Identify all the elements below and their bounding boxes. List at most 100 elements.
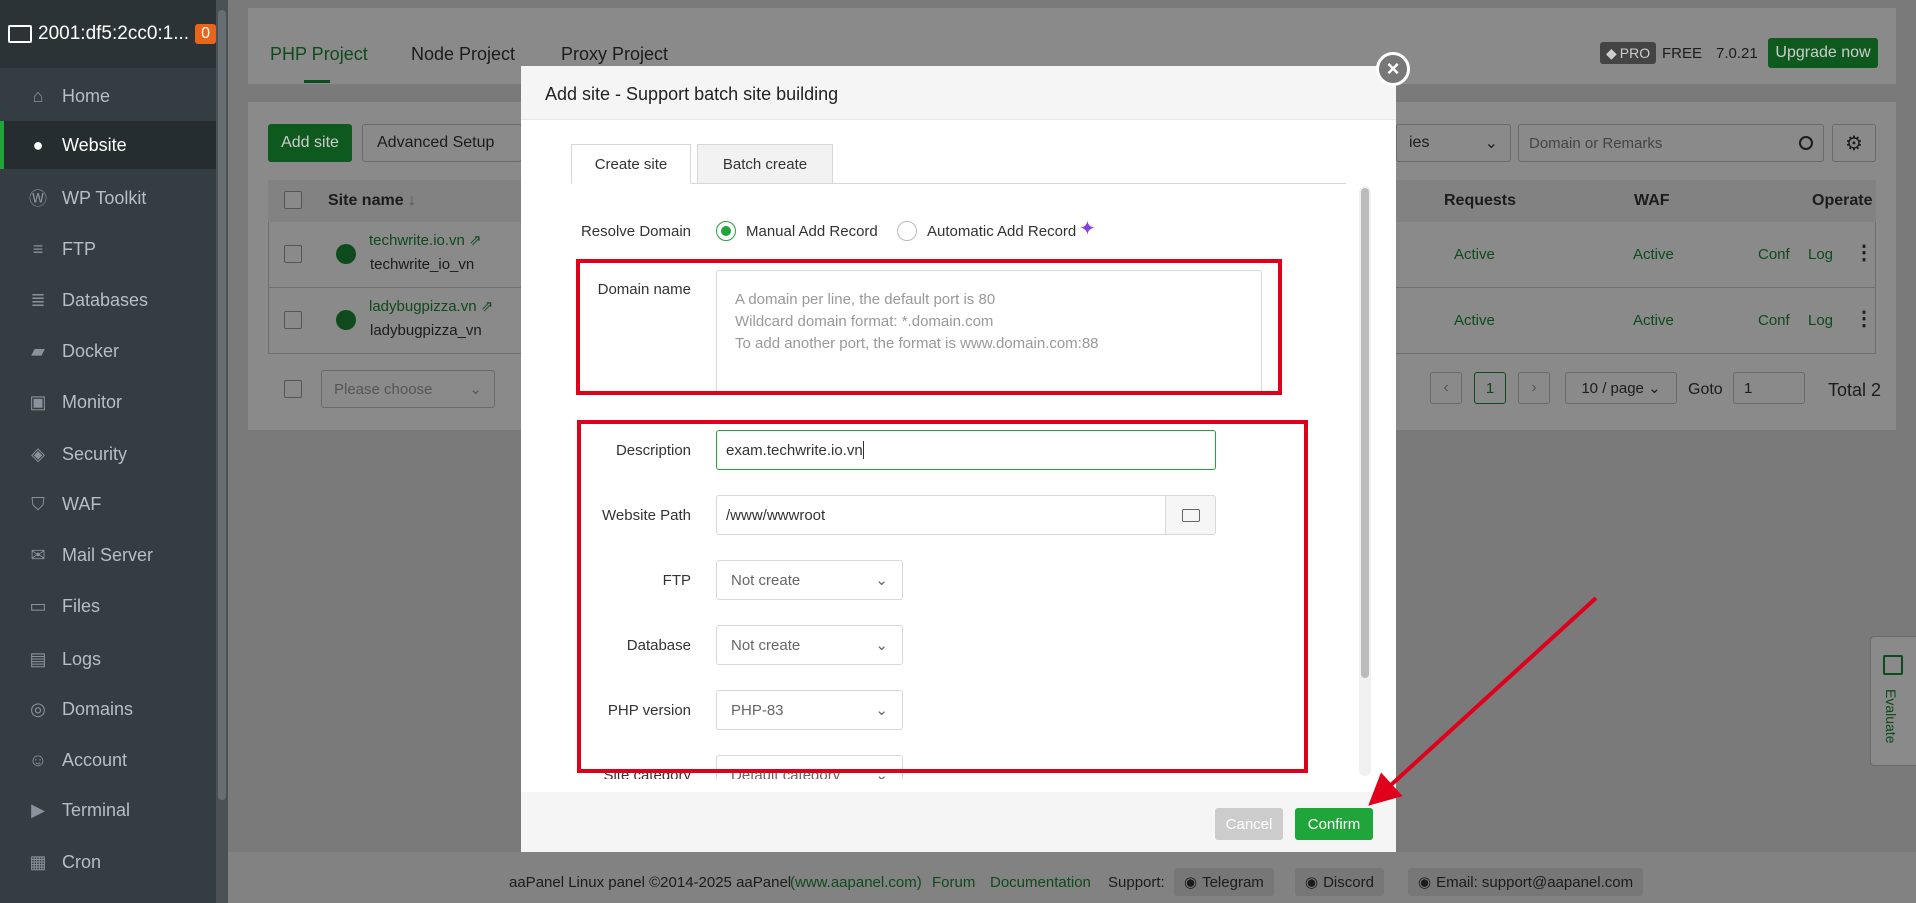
page-size-select[interactable]: 10 / page ⌄ (1565, 372, 1677, 404)
requests-status[interactable]: Active (1454, 246, 1495, 263)
tab-proxy-project[interactable]: Proxy Project (561, 44, 668, 65)
log-link[interactable]: Log (1808, 246, 1833, 263)
sidebar-item-logs[interactable]: ▤ Logs (0, 635, 216, 683)
conf-link[interactable]: Conf (1758, 312, 1790, 329)
sidebar-item-waf[interactable]: ⛉ WAF (0, 480, 216, 528)
sidebar-item-mail-server[interactable]: ✉ Mail Server (0, 531, 216, 579)
sparkle-icon: ✦ (1079, 218, 1096, 240)
advanced-setup-button[interactable]: Advanced Setup (362, 124, 522, 162)
requests-status[interactable]: Active (1454, 312, 1495, 329)
sidebar-item-wp-toolkit[interactable]: Ⓦ WP Toolkit (0, 174, 216, 222)
row-checkbox[interactable] (284, 245, 302, 263)
sidebar-item-security[interactable]: ◈ Security (0, 430, 216, 478)
server-badge: 0 (195, 24, 216, 44)
sidebar-item-account[interactable]: ☺ Account (0, 736, 216, 784)
tab-php-project[interactable]: PHP Project (270, 44, 368, 65)
page-number-current[interactable]: 1 (1474, 372, 1506, 404)
tab-create-site[interactable]: Create site (571, 144, 691, 184)
sort-arrow-icon: ↓ (408, 192, 417, 209)
scrollbar-thumb[interactable] (218, 10, 226, 800)
telegram-icon: ◉ (1184, 874, 1198, 891)
tab-batch-create[interactable]: Batch create (697, 144, 833, 184)
close-modal-button[interactable]: × (1376, 52, 1410, 86)
chevron-down-icon: ⌄ (1484, 135, 1498, 152)
pro-badge: ◆ PRO (1600, 42, 1657, 64)
active-tab-indicator (304, 80, 330, 83)
sidebar-item-monitor[interactable]: ▣ Monitor (0, 378, 216, 426)
header-site-name[interactable]: Site name ↓ (328, 192, 416, 210)
search-icon[interactable] (1799, 136, 1813, 150)
calendar-icon: ▦ (29, 851, 47, 872)
more-options-icon[interactable]: ⋮ (1854, 306, 1874, 331)
sidebar-item-terminal[interactable]: ▶ Terminal (0, 786, 216, 834)
email-support-button[interactable]: ◉ Email: support@aapanel.com (1408, 868, 1644, 896)
more-options-icon[interactable]: ⋮ (1854, 240, 1874, 265)
site-status-icon (336, 244, 356, 264)
gear-icon: ⚙ (1845, 132, 1863, 155)
sidebar-item-home[interactable]: ⌂ Home (0, 72, 216, 120)
external-link-icon[interactable]: ⇗ (469, 232, 482, 249)
site-name-link[interactable]: techwrite.io.vn ⇗ (369, 231, 482, 249)
total-count: Total 2 (1828, 380, 1882, 400)
sidebar-scrollbar[interactable] (216, 0, 228, 903)
footer-forum-link[interactable]: Forum (932, 874, 975, 891)
goto-page-input[interactable]: 1 (1733, 372, 1805, 404)
conf-link[interactable]: Conf (1758, 246, 1790, 263)
sidebar-item-label: WAF (62, 493, 102, 514)
waf-status[interactable]: Active (1633, 246, 1674, 263)
upgrade-button[interactable]: Upgrade now (1768, 38, 1878, 68)
header-waf: WAF (1634, 192, 1670, 209)
radio-automatic-record[interactable] (897, 221, 917, 241)
email-icon: ◉ (1418, 874, 1432, 891)
resolve-domain-label: Resolve Domain (580, 223, 691, 240)
bulk-action-select[interactable]: Please choose ⌄ (321, 370, 495, 408)
annotation-box-fields (577, 420, 1308, 773)
select-all-checkbox[interactable] (284, 191, 302, 209)
category-filter-select[interactable]: ies ⌄ (1396, 124, 1511, 162)
search-input[interactable]: Domain or Remarks (1518, 124, 1824, 162)
chevron-down-icon: ⌄ (1648, 380, 1661, 397)
add-site-button[interactable]: Add site (268, 124, 352, 162)
next-page-button[interactable]: › (1518, 372, 1550, 404)
sidebar-item-label: Domains (62, 698, 134, 719)
telegram-button[interactable]: ◉ Telegram (1174, 868, 1274, 896)
cancel-button[interactable]: Cancel (1215, 808, 1283, 840)
server-header[interactable]: 2001:df5:2cc0:1... 0 (0, 0, 216, 68)
waf-status[interactable]: Active (1633, 312, 1674, 329)
radio-manual-record[interactable] (716, 221, 736, 241)
annotation-arrow (1368, 596, 1598, 806)
folder-icon: ▭ (29, 595, 47, 616)
footer-site-link[interactable]: (www.aapanel.com) (790, 874, 922, 891)
discord-button[interactable]: ◉ Discord (1295, 868, 1384, 896)
sidebar-item-ftp[interactable]: ≡ FTP (0, 225, 216, 273)
chevron-right-icon: › (1531, 379, 1537, 396)
sidebar: 2001:df5:2cc0:1... 0 ⌂ Home ● Website Ⓦ WP To… (0, 0, 216, 903)
row-checkbox[interactable] (284, 311, 302, 329)
external-link-icon[interactable]: ⇗ (481, 298, 494, 315)
evaluate-tab[interactable]: Evaluate (1870, 636, 1916, 766)
prev-page-button[interactable]: ‹ (1430, 372, 1462, 404)
site-name-link[interactable]: ladybugpizza.vn ⇗ (369, 297, 493, 315)
sidebar-item-docker[interactable]: ▰ Docker (0, 327, 216, 375)
version-label: 7.0.21 (1716, 45, 1758, 62)
goto-label: Goto (1688, 381, 1723, 398)
sidebar-item-databases[interactable]: ≣ Databases (0, 276, 216, 324)
tab-node-project[interactable]: Node Project (411, 44, 515, 65)
sidebar-item-files[interactable]: ▭ Files (0, 582, 216, 630)
footer-support-label: Support: (1108, 874, 1165, 891)
evaluate-label: Evaluate (1883, 689, 1899, 744)
radio-automatic-record-label[interactable]: Automatic Add Record (927, 223, 1076, 240)
site-status-icon (336, 310, 356, 330)
sidebar-item-cron[interactable]: ▦ Cron (0, 838, 216, 886)
sidebar-item-domains[interactable]: ◎ Domains (0, 685, 216, 733)
log-link[interactable]: Log (1808, 312, 1833, 329)
sidebar-item-website[interactable]: ● Website (0, 121, 216, 169)
sidebar-item-label: Monitor (62, 391, 123, 412)
mail-icon: ✉ (30, 544, 46, 565)
monitor-icon: ▣ (29, 391, 47, 412)
footer-docs-link[interactable]: Documentation (990, 874, 1091, 891)
bulk-select-checkbox[interactable] (284, 380, 302, 398)
sidebar-item-label: Home (62, 85, 111, 106)
settings-button[interactable]: ⚙ (1832, 124, 1876, 162)
radio-manual-record-label[interactable]: Manual Add Record (746, 223, 878, 240)
